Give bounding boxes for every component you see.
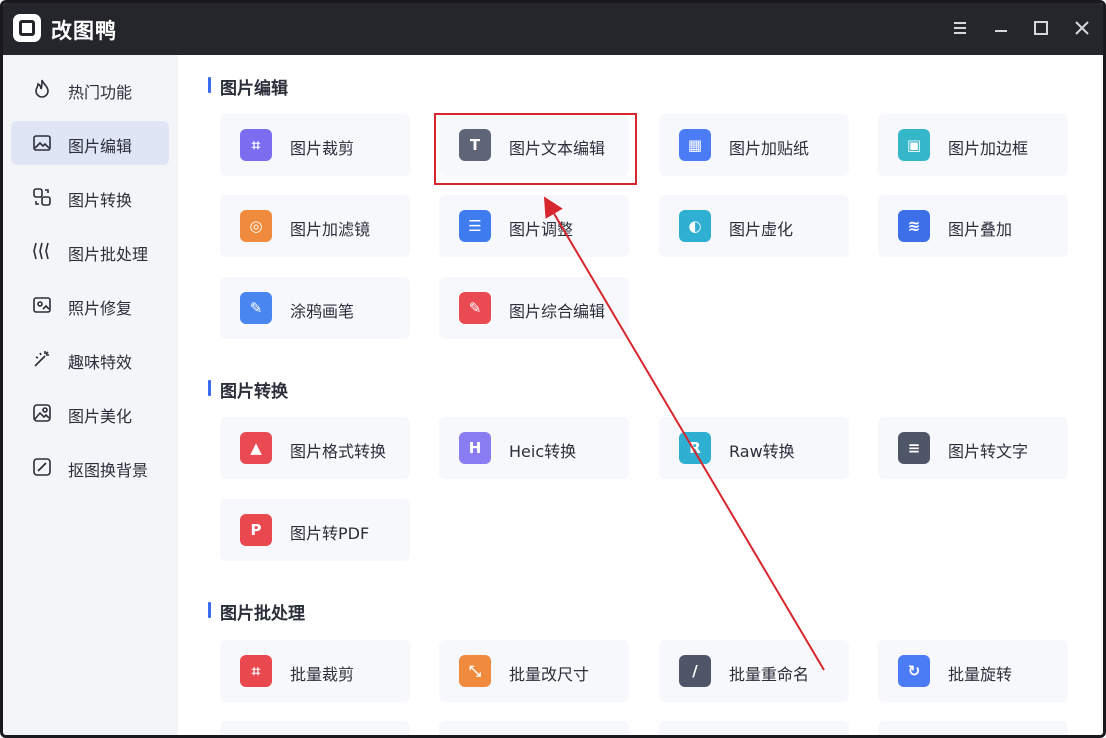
raw-icon: R xyxy=(679,432,711,464)
tool-card-label: 图片虚化 xyxy=(729,220,794,239)
tool-card-raw[interactable]: R Raw转换 xyxy=(659,417,849,479)
tool-card-label: 图片综合编辑 xyxy=(509,302,606,321)
sidebar: 热门功能 图片编辑 图片转换 图片批处理 照片修复 趣味特效 图片美化 抠图换背… xyxy=(3,55,178,735)
tool-card-adjust[interactable]: ☰ 图片调整 xyxy=(439,195,629,257)
sticker-icon: ▦ xyxy=(679,129,711,161)
tool-card-label: 图片加边框 xyxy=(948,139,1029,158)
batch-icon xyxy=(31,240,53,262)
tool-card-label: 图片转PDF xyxy=(290,524,370,543)
batch-rename-icon: / xyxy=(679,655,711,687)
crop-icon: ⌗ xyxy=(240,129,272,161)
sidebar-item-photo-repair[interactable]: 照片修复 xyxy=(11,283,169,327)
tool-card-brush[interactable]: ✎ 涂鸦画笔 xyxy=(220,277,410,339)
tool-card-label: 图片格式转换 xyxy=(290,442,387,461)
menu-icon[interactable] xyxy=(949,17,971,39)
sidebar-item-fun-effects[interactable]: 趣味特效 xyxy=(11,337,169,381)
tool-card-batch-crop[interactable]: ⌗ 批量裁剪 xyxy=(220,640,410,702)
maximize-icon[interactable] xyxy=(1030,17,1052,39)
tool-card-blur[interactable]: ◐ 图片虚化 xyxy=(659,195,849,257)
sidebar-item-label: 照片修复 xyxy=(68,299,133,318)
sidebar-item-label: 图片转换 xyxy=(68,191,133,210)
tool-card-pdf[interactable]: P 图片转PDF xyxy=(220,499,410,561)
tool-card-label: 图片加贴纸 xyxy=(729,139,810,158)
sidebar-item-image-edit[interactable]: 图片编辑 xyxy=(11,121,169,165)
tool-card-label: 图片转文字 xyxy=(948,442,1029,461)
tool-card-label: 图片裁剪 xyxy=(290,139,355,158)
layers-icon: ≋ xyxy=(898,210,930,242)
tool-card-label: 批量改尺寸 xyxy=(509,665,590,684)
tool-card-format-convert[interactable]: ▲ 图片格式转换 xyxy=(220,417,410,479)
cutout-icon xyxy=(31,456,53,478)
tool-card-all-edit[interactable]: ✎ 图片综合编辑 xyxy=(439,277,629,339)
sidebar-item-label: 趣味特效 xyxy=(68,353,133,372)
photo-repair-icon xyxy=(31,294,53,316)
pdf-icon: P xyxy=(240,514,272,546)
app-window: 改图鸭 热门功能 图片编辑 图片转换 图片批处理 照片修复 趣味特效 图片美化 … xyxy=(0,0,1106,738)
section-title-batch: 图片批处理 xyxy=(208,599,305,624)
convert-icon xyxy=(31,186,53,208)
tool-card-label: Raw转换 xyxy=(729,442,795,461)
tool-card-label: 批量重命名 xyxy=(729,665,810,684)
sidebar-item-hot-features[interactable]: 热门功能 xyxy=(11,67,169,111)
tool-card-crop[interactable]: ⌗ 图片裁剪 xyxy=(220,114,410,176)
tool-card-batch-rotate[interactable]: ↻ 批量旋转 xyxy=(878,640,1068,702)
sidebar-item-label: 图片美化 xyxy=(68,407,133,426)
tool-card-batch-rename[interactable]: / 批量重命名 xyxy=(659,640,849,702)
frame-border-icon: ▣ xyxy=(898,129,930,161)
sidebar-item-batch[interactable]: 图片批处理 xyxy=(11,229,169,273)
blur-icon: ◐ xyxy=(679,210,711,242)
tool-card-label: Heic转换 xyxy=(509,442,577,461)
tool-card-sticker[interactable]: ▦ 图片加贴纸 xyxy=(659,114,849,176)
batch-resize-icon: ⤡ xyxy=(459,655,491,687)
tool-card-label: 图片加滤镜 xyxy=(290,220,371,239)
sidebar-item-label: 图片编辑 xyxy=(68,137,133,156)
tool-card-label: 图片叠加 xyxy=(948,220,1013,239)
section-title-image-edit: 图片编辑 xyxy=(208,74,288,99)
sidebar-item-label: 抠图换背景 xyxy=(68,461,149,480)
main-content: 图片编辑 ⌗ 图片裁剪 T 图片文本编辑 ▦ 图片加贴纸 ▣ 图片加边框 ◎ 图… xyxy=(178,55,1103,735)
tool-card-layers[interactable]: ≋ 图片叠加 xyxy=(878,195,1068,257)
sidebar-item-cutout[interactable]: 抠图换背景 xyxy=(11,445,169,489)
sidebar-item-image-convert[interactable]: 图片转换 xyxy=(11,175,169,219)
tool-card-border[interactable]: ▣ 图片加边框 xyxy=(878,114,1068,176)
adjust-icon: ☰ xyxy=(459,210,491,242)
tool-card-heic[interactable]: H Heic转换 xyxy=(439,417,629,479)
brush-icon: ✎ xyxy=(240,292,272,324)
tool-card-label: 批量旋转 xyxy=(948,665,1013,684)
tool-card-label: 图片调整 xyxy=(509,220,574,239)
heic-icon: H xyxy=(459,432,491,464)
section-title-image-convert: 图片转换 xyxy=(208,377,288,402)
all-edit-icon: ✎ xyxy=(459,292,491,324)
format-convert-icon: ▲ xyxy=(240,432,272,464)
batch-rotate-icon: ↻ xyxy=(898,655,930,687)
tool-card-partial xyxy=(439,721,629,735)
app-logo-icon xyxy=(13,14,41,42)
batch-crop-icon: ⌗ xyxy=(240,655,272,687)
image-edit-icon xyxy=(31,132,53,154)
tool-card-image-to-text[interactable]: ≡ 图片转文字 xyxy=(878,417,1068,479)
sidebar-item-beautify[interactable]: 图片美化 xyxy=(11,391,169,435)
annotation-highlight-box xyxy=(434,113,637,185)
tool-card-batch-resize[interactable]: ⤡ 批量改尺寸 xyxy=(439,640,629,702)
tool-card-label: 批量裁剪 xyxy=(290,665,355,684)
tool-card-filter[interactable]: ◎ 图片加滤镜 xyxy=(220,195,410,257)
minimize-icon[interactable] xyxy=(990,17,1012,39)
flame-icon xyxy=(31,78,53,100)
sidebar-item-label: 图片批处理 xyxy=(68,245,149,264)
beautify-icon xyxy=(31,402,53,424)
tool-card-partial xyxy=(220,721,410,735)
magic-wand-icon xyxy=(31,348,53,370)
tool-card-partial xyxy=(878,721,1068,735)
tool-card-label: 涂鸦画笔 xyxy=(290,302,355,321)
image-to-text-icon: ≡ xyxy=(898,432,930,464)
sidebar-item-label: 热门功能 xyxy=(68,83,133,102)
filter-icon: ◎ xyxy=(240,210,272,242)
app-title: 改图鸭 xyxy=(51,19,117,43)
title-bar: 改图鸭 xyxy=(3,3,1103,55)
close-icon[interactable] xyxy=(1071,17,1093,39)
tool-card-partial xyxy=(659,721,849,735)
